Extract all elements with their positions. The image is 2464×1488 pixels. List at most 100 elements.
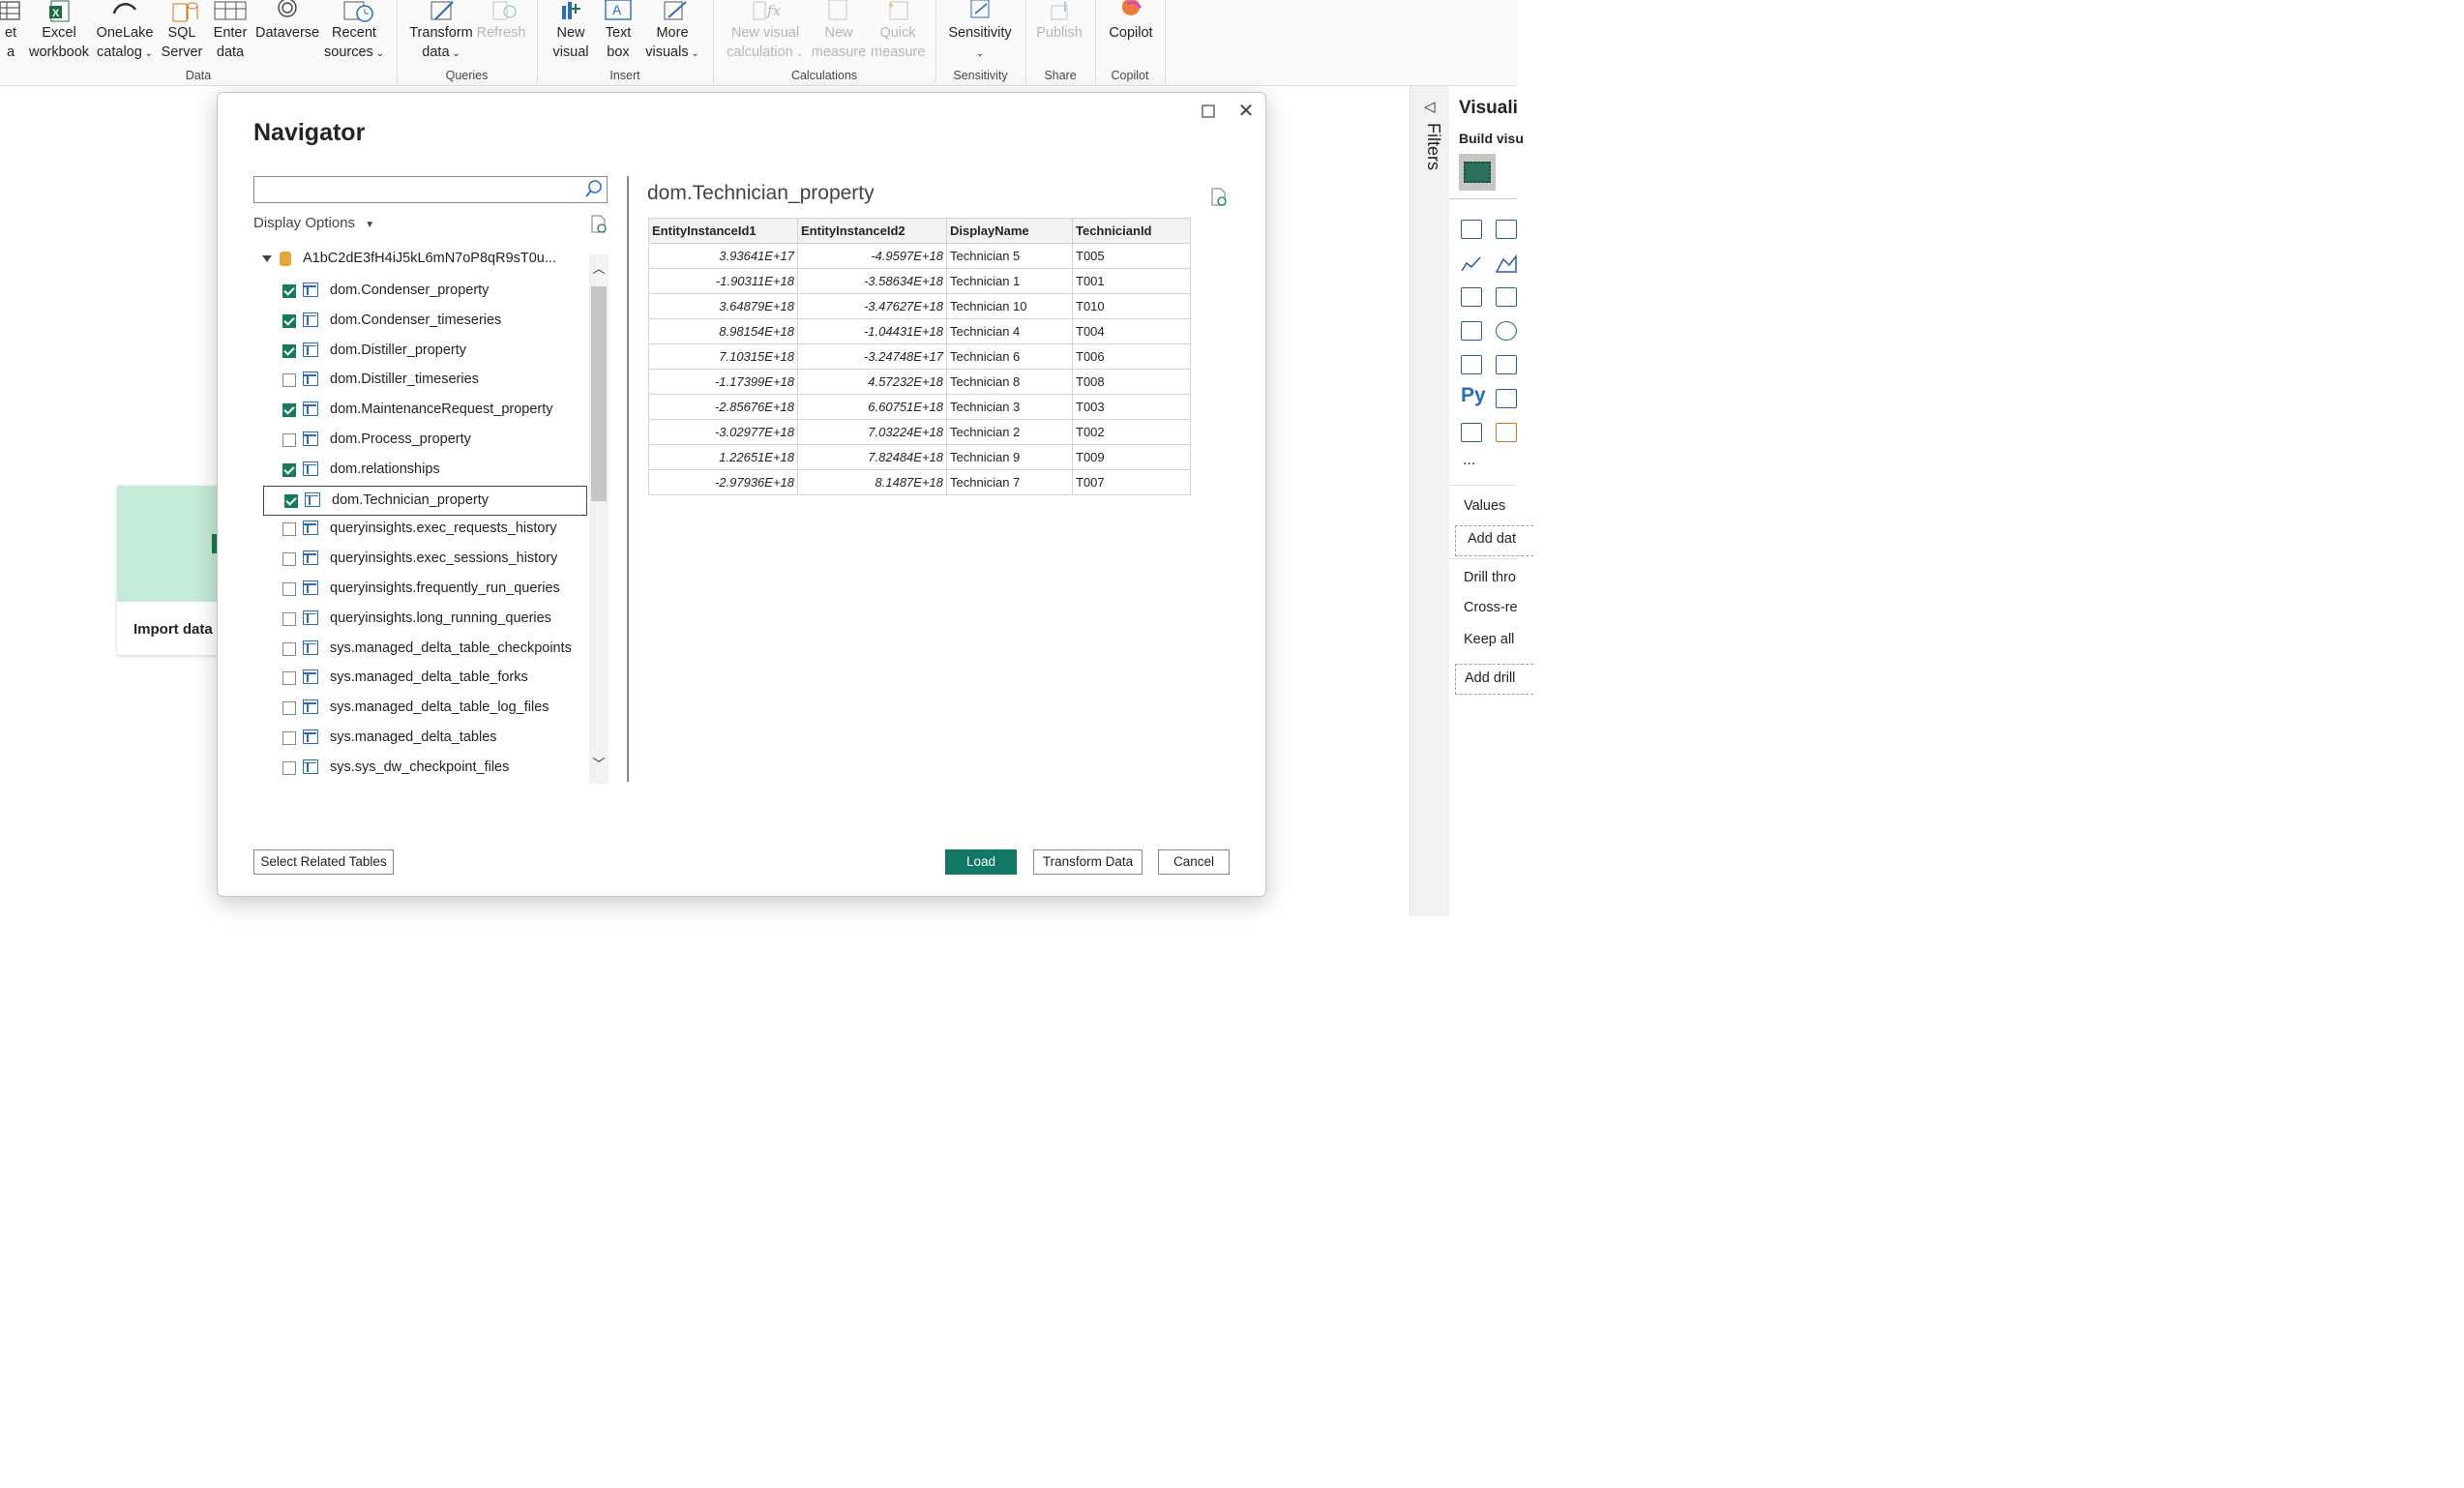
more-visuals-ellipsis[interactable]: ... [1463,452,1475,469]
table-checkbox[interactable] [282,671,296,686]
table-checkbox[interactable] [282,611,296,626]
preview-refresh-icon[interactable] [1210,188,1228,207]
table-list-item[interactable]: dom.Technician_property [263,485,587,516]
more-visuals-button[interactable]: More visuals ⌄ [642,0,702,64]
new-measure-button[interactable]: New measure [811,0,867,62]
copilot-button[interactable]: Copilot [1103,0,1159,43]
display-options-dropdown[interactable]: Display Options ▼ [253,215,374,231]
transform-data-button[interactable]: Transform Data [1033,849,1143,875]
table-list-item[interactable]: queryinsights.exec_requests_history [262,515,588,545]
kpi-icon[interactable] [1496,355,1517,374]
clustered-column-icon[interactable] [1496,220,1517,239]
close-button[interactable]: ✕ [1235,101,1257,122]
table-checkbox[interactable] [282,433,296,447]
text-box-button[interactable]: A Text box [598,0,638,62]
waterfall-icon[interactable] [1496,287,1517,307]
table-list-item[interactable]: sys.managed_delta_table_checkpoints [262,635,588,665]
sensitivity-button[interactable]: Sensitivity ⌄ [944,0,1016,64]
load-button[interactable]: Load [945,849,1017,875]
dataset-button[interactable]: et a [0,0,21,62]
stacked-bar-icon[interactable] [1461,220,1482,239]
table-list-item[interactable]: dom.MaintenanceRequest_property [262,396,588,426]
svg-text:A: A [612,2,622,17]
transform-data-button[interactable]: Transform data ⌄ [408,0,474,64]
table-list-item[interactable]: dom.Process_property [262,426,588,456]
scroll-down-icon[interactable]: ﹀ [592,758,606,771]
excel-workbook-button[interactable]: X Excel workbook [27,0,91,62]
table-list-item[interactable]: dom.Condenser_timeseries [262,307,588,337]
scrollbar-thumb[interactable] [591,286,607,501]
table-list-item[interactable]: dom.Distiller_property [262,337,588,367]
select-related-tables-button[interactable]: Select Related Tables [253,849,394,875]
table-cell: Technician 1 [946,268,1073,294]
table-checkbox[interactable] [282,313,296,328]
column-header[interactable]: EntityInstanceId1 [648,218,798,244]
table-checkbox[interactable] [282,343,296,358]
card-icon[interactable] [1496,423,1517,442]
paginated-report-icon[interactable] [1461,423,1482,442]
fx-icon: fx [724,0,807,23]
line-chart-icon[interactable] [1461,253,1482,273]
table-checkbox[interactable] [282,284,296,298]
onelake-icon [95,0,155,23]
group-sensitivity-label: Sensitivity [953,69,1008,82]
table-checkbox[interactable] [282,462,296,477]
decomposition-tree-icon[interactable] [1496,389,1517,408]
table-checkbox[interactable] [282,701,296,716]
pane-divider[interactable] [627,176,629,782]
table-checkbox[interactable] [282,403,296,418]
sql-server-button[interactable]: SQL Server [161,0,203,62]
new-visual-button[interactable]: New visual [548,0,594,62]
table-list-item[interactable]: sys.managed_delta_table_log_files [262,694,588,724]
maximize-button[interactable] [1198,101,1219,122]
table-icon [303,283,318,297]
search-input[interactable] [253,176,608,203]
tree-scrollbar[interactable]: ︿ ﹀ [589,254,609,784]
list-slicer-icon[interactable] [1461,355,1482,374]
column-header[interactable]: DisplayName [946,218,1073,244]
ribbon-chart-icon[interactable] [1461,287,1482,307]
python-visual-icon[interactable]: Py [1461,384,1486,407]
table-list-item[interactable]: queryinsights.exec_sessions_history [262,545,588,575]
table-cell: T005 [1072,243,1191,269]
dataverse-button[interactable]: Dataverse [255,0,319,43]
table-list-item[interactable]: queryinsights.frequently_run_queries [262,575,588,605]
table-checkbox[interactable] [282,641,296,656]
column-header[interactable]: TechnicianId [1072,218,1191,244]
table-checkbox[interactable] [282,522,296,537]
table-list-item[interactable]: dom.relationships [262,456,588,486]
table-list-item[interactable]: sys.sys_dw_checkpoint_files [262,754,588,783]
collapse-triangle-icon[interactable] [262,255,272,262]
table-list-item[interactable]: sys.managed_delta_table_forks [262,664,588,694]
table-checkbox[interactable] [282,731,296,745]
new-visual-calculation-button[interactable]: fx New visual calculation ⌄ [724,0,807,64]
table-icon [305,491,320,507]
table-checkbox[interactable] [284,493,298,508]
build-visual-tab[interactable] [1459,154,1496,191]
map-icon[interactable] [1496,321,1517,341]
publish-button[interactable]: Publish [1031,0,1087,43]
refresh-icon[interactable] [590,215,608,234]
table-list-item[interactable]: queryinsights.long_running_queries [262,605,588,635]
scroll-up-icon[interactable]: ︿ [592,262,606,276]
table-cell: 6.60751E+18 [797,394,947,420]
onelake-catalog-button[interactable]: OneLake catalog ⌄ [95,0,155,64]
filters-pane[interactable]: ◁ Filters [1410,86,1450,916]
table-list-item[interactable]: dom.Distiller_timeseries [262,366,588,396]
enter-data-button[interactable]: Enter data [211,0,250,62]
table-checkbox[interactable] [282,373,296,388]
table-list-item[interactable]: dom.Condenser_property [262,277,588,307]
quick-measure-button[interactable]: ✦ Quick measure [871,0,925,62]
recent-sources-button[interactable]: Recent sources ⌄ [321,0,387,64]
table-checkbox[interactable] [282,552,296,567]
matrix-icon[interactable] [1461,321,1482,341]
area-chart-icon[interactable] [1495,253,1517,273]
copilot-icon [1103,0,1159,23]
table-list-item[interactable]: sys.managed_delta_tables [262,724,588,754]
column-header[interactable]: EntityInstanceId2 [797,218,947,244]
table-checkbox[interactable] [282,760,296,775]
cancel-button[interactable]: Cancel [1158,849,1230,875]
table-name: queryinsights.frequently_run_queries [330,580,560,596]
refresh-button[interactable]: Refresh [476,0,526,43]
table-checkbox[interactable] [282,582,296,596]
